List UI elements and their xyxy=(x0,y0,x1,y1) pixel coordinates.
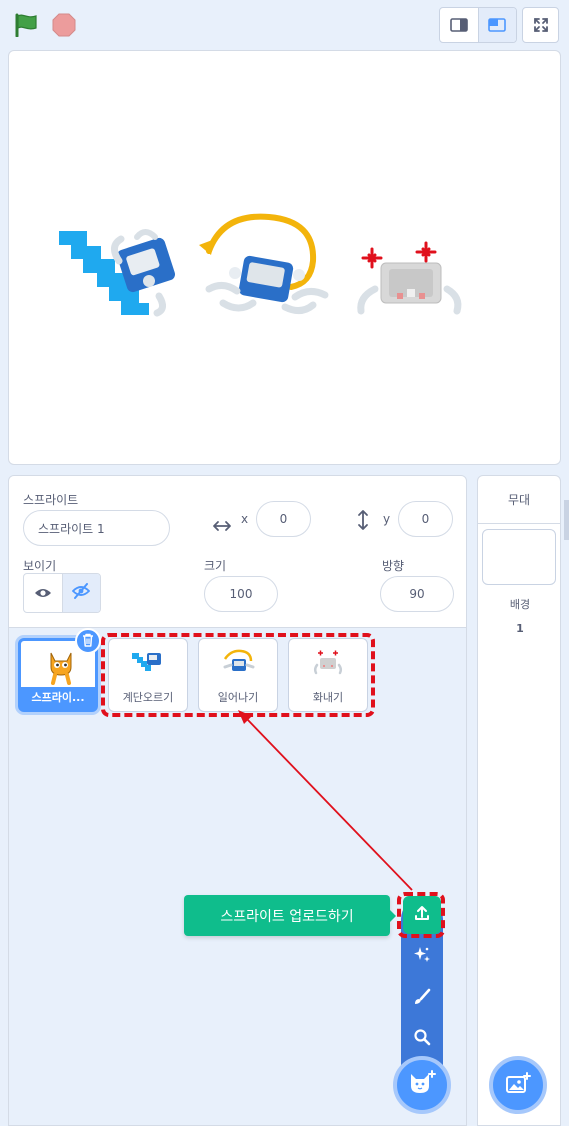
sprite-tile-label: 스프라이... xyxy=(21,687,95,709)
search-icon xyxy=(413,1028,431,1050)
stage-size-toggle xyxy=(439,7,517,43)
show-button[interactable] xyxy=(24,574,62,612)
small-stage-button[interactable] xyxy=(440,8,478,42)
size-label: 크기 xyxy=(204,559,227,573)
cat-plus-icon xyxy=(408,1070,436,1100)
upload-tooltip: 스프라이트 업로드하기 xyxy=(184,895,390,936)
surprise-icon xyxy=(412,945,432,969)
visibility-toggle xyxy=(23,573,101,613)
getup-sprite-image xyxy=(199,213,329,314)
search-sprite-button[interactable] xyxy=(401,1018,443,1060)
green-flag-icon[interactable] xyxy=(14,13,40,38)
cat-sprite-thumbnail xyxy=(41,645,81,689)
x-arrows-icon xyxy=(212,518,232,537)
normal-stage-button[interactable] xyxy=(477,8,516,42)
y-input[interactable]: 0 xyxy=(398,501,453,537)
choose-sprite-button[interactable] xyxy=(393,1056,451,1114)
hide-button[interactable] xyxy=(61,574,100,612)
sprite-info: 스프라이트 스프라이트 1 x 0 y 0 보이기 크기 100 방향 90 xyxy=(9,476,466,628)
direction-input[interactable]: 90 xyxy=(380,576,454,612)
trash-icon xyxy=(82,632,94,651)
show-label: 보이기 xyxy=(23,559,57,573)
fullscreen-button[interactable] xyxy=(522,7,559,43)
paintbrush-icon xyxy=(413,988,431,1010)
stage-pane-title: 무대 xyxy=(478,476,560,524)
highlight-box-upload xyxy=(397,892,445,938)
x-label: x xyxy=(241,512,249,526)
eye-icon xyxy=(34,584,52,603)
angry-sprite-image xyxy=(357,241,462,315)
x-input[interactable]: 0 xyxy=(256,501,311,537)
stage-target-pane: 무대 배경 1 xyxy=(477,475,561,1126)
scrollbar[interactable] xyxy=(564,500,569,540)
highlight-box-sprites xyxy=(101,633,375,717)
image-plus-icon xyxy=(505,1072,531,1098)
surprise-sprite-button[interactable] xyxy=(401,936,443,978)
stop-icon[interactable] xyxy=(52,13,76,37)
delete-sprite-button[interactable] xyxy=(75,628,101,654)
stairs-sprite-image xyxy=(59,229,176,317)
direction-label: 방향 xyxy=(382,559,405,573)
stage-canvas[interactable] xyxy=(8,50,561,465)
sprite-name-input[interactable]: 스프라이트 1 xyxy=(23,510,170,546)
tooltip-arrow xyxy=(388,908,396,924)
stage-thumbnail[interactable] xyxy=(482,529,556,585)
backdrop-count: 1 xyxy=(516,622,524,635)
sprite-label: 스프라이트 xyxy=(23,493,79,507)
y-label: y xyxy=(383,512,391,526)
eye-slash-icon xyxy=(72,583,91,603)
backdrop-label: 배경 xyxy=(509,598,531,611)
size-input[interactable]: 100 xyxy=(204,576,278,612)
sprite-pane: 스프라이트 스프라이트 1 x 0 y 0 보이기 크기 100 방향 90 스… xyxy=(8,475,467,1126)
y-arrows-icon xyxy=(357,509,369,535)
paint-sprite-button[interactable] xyxy=(401,978,443,1020)
choose-backdrop-button[interactable] xyxy=(489,1056,547,1114)
